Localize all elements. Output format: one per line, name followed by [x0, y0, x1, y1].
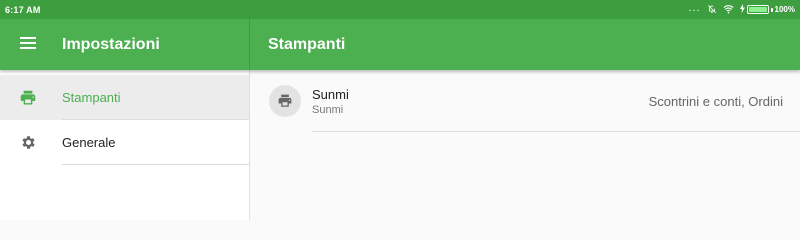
- printer-roles: Scontrini e conti, Ordini: [648, 93, 783, 109]
- app-bar-title: Impostazioni: [62, 35, 160, 53]
- wifi-icon: [723, 4, 734, 16]
- battery-icon: [746, 5, 769, 14]
- printer-icon: [278, 94, 292, 107]
- app-bar: Impostazioni Stampanti: [0, 19, 800, 70]
- sidebar-divider: [62, 119, 249, 120]
- app-bar-right: Stampanti: [250, 19, 800, 70]
- app-bar-left: Impostazioni: [0, 19, 250, 70]
- battery-indicator: 100%: [739, 4, 795, 15]
- printer-icon: [0, 90, 56, 106]
- printers-list: Sunmi Sunmi Scontrini e conti, Ordini: [250, 70, 800, 220]
- list-divider: [312, 131, 800, 132]
- sidebar-item-label: Generale: [62, 135, 116, 150]
- notifications-off-icon: [707, 4, 717, 16]
- status-time: 6:17 AM: [5, 4, 41, 15]
- sidebar-item-stampanti[interactable]: Stampanti: [0, 75, 249, 120]
- printer-model: Sunmi: [312, 103, 344, 116]
- list-item[interactable]: Sunmi Sunmi Scontrini e conti, Ordini: [250, 70, 800, 132]
- printer-avatar: [269, 85, 301, 117]
- printer-text: Sunmi Sunmi: [312, 87, 349, 116]
- sidebar-item-generale[interactable]: Generale: [0, 120, 249, 165]
- page-title: Stampanti: [268, 35, 346, 53]
- menu-icon: [20, 36, 36, 54]
- charging-icon: [739, 4, 745, 15]
- battery-percent: 100%: [774, 5, 795, 14]
- sidebar: Stampanti Generale: [0, 70, 250, 220]
- status-bar: 6:17 AM ... 100%: [0, 0, 800, 19]
- battery-tip: [770, 7, 773, 12]
- status-dots: ...: [688, 1, 701, 14]
- battery-fill: [748, 7, 767, 12]
- gear-icon: [0, 134, 56, 151]
- sidebar-item-label: Stampanti: [62, 90, 121, 105]
- printer-name: Sunmi: [312, 86, 349, 102]
- sidebar-divider: [62, 164, 249, 165]
- status-icons: ... 100%: [688, 1, 795, 16]
- menu-button[interactable]: [0, 19, 56, 70]
